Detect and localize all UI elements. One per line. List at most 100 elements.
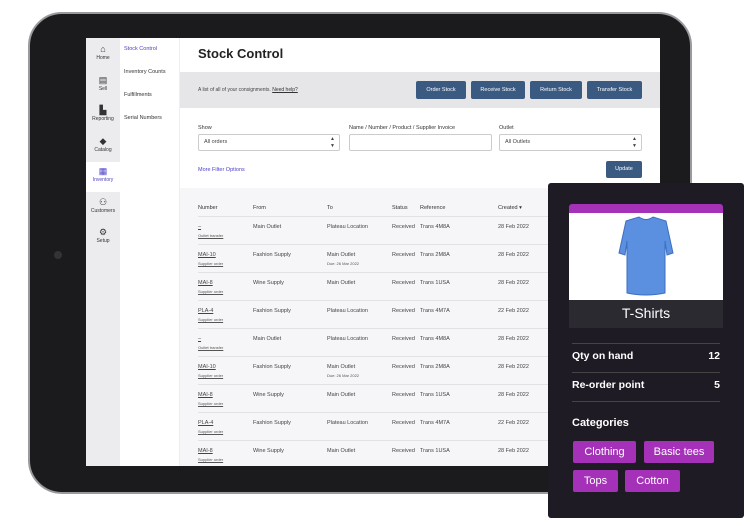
reference-cell: Trans 2M8A [420,252,450,258]
number-link[interactable]: MAI-8 [198,392,213,398]
col-from[interactable]: From [253,205,266,211]
category-tag[interactable]: Basic tees [644,441,714,463]
sidebar-item-catalog[interactable]: ◆ Catalog [86,132,120,162]
update-button[interactable]: Update [606,161,642,178]
sidebar-item-sell[interactable]: ▤ Sell [86,71,120,101]
col-status[interactable]: Status [392,205,408,211]
sidebar-item-label: Reporting [92,116,114,122]
reference-cell: Trans 4M8A [420,224,450,230]
status-cell: Received [392,448,415,454]
to-text: Main Outlet [327,280,356,286]
receive-stock-button[interactable]: Receive Stock [471,81,525,99]
to-cell: Main Outlet [327,392,355,398]
gear-icon: ⚙ [98,227,108,237]
more-filter-options-link[interactable]: More Filter Options [198,167,245,173]
created-cell: 22 Feb 2022 [498,420,529,426]
sidebar-item-reporting[interactable]: ▙ Reporting [86,101,120,131]
reorder-point: Re-order point 5 [572,372,720,391]
submenu-item[interactable]: Fulfillments [124,92,152,98]
chart-icon: ▙ [99,105,107,115]
created-cell: 28 Feb 2022 [498,448,529,454]
to-cell: Main Outlet Due: 26 Mar 2022 [327,364,359,378]
reorder-label: Re-order point [572,379,645,391]
reference-cell: Trans 1USA [420,448,450,454]
order-type: Supplier order [198,401,224,406]
reorder-value: 5 [714,379,720,391]
number-link[interactable]: PLA-4 [198,420,213,426]
category-tag[interactable]: Tops [573,470,618,492]
from-cell: Wine Supply [253,280,284,286]
category-tag[interactable]: Clothing [573,441,636,463]
submenu-item[interactable]: Serial Numbers [124,115,162,121]
number-link[interactable]: MAI-8 [198,280,213,286]
order-type: Supplier order [198,289,224,294]
status-cell: Received [392,420,415,426]
from-cell: Main Outlet [253,224,282,230]
qty-on-hand: Qty on hand 12 [572,343,720,362]
divider [572,401,720,402]
created-cell: 28 Feb 2022 [498,336,529,342]
number-cell[interactable]: – Outlet transfer [198,224,223,238]
show-label: Show [198,125,212,131]
sidebar-item-customers[interactable]: ⚇ Customers [86,193,120,223]
number-link[interactable]: PLA-4 [198,308,213,314]
order-type: Supplier order [198,317,224,322]
order-type: Supplier order [198,373,224,378]
transfer-stock-button[interactable]: Transfer Stock [587,81,642,99]
number-link[interactable]: MAI-10 [198,252,216,258]
number-cell[interactable]: PLA-4 Supplier order [198,308,223,322]
sidebar-item-setup[interactable]: ⚙ Setup [86,223,120,253]
col-created[interactable]: Created ▾ [498,205,522,211]
created-cell: 28 Feb 2022 [498,364,529,370]
to-cell: Main Outlet [327,280,355,286]
qty-label: Qty on hand [572,350,634,362]
col-reference[interactable]: Reference [420,205,445,211]
number-link[interactable]: – [198,224,201,230]
categories-label: Categories [572,417,629,429]
search-input[interactable] [349,134,492,151]
sidebar-item-label: Sell [98,85,108,92]
sidebar-item-home[interactable]: ⌂ Home [86,40,120,70]
due-date: Due: 26 Mar 2022 [327,373,360,378]
outlet-select[interactable]: All Outlets ▲ ▼ [499,134,642,151]
sidebar-item-label: Inventory [92,177,114,183]
number-link[interactable]: MAI-10 [198,364,216,370]
qty-value: 12 [708,350,720,362]
category-tag[interactable]: Cotton [625,470,680,492]
sidebar-item-label: Catalog [94,146,112,153]
submenu-item[interactable]: Inventory Counts [124,69,166,75]
sidebar-item-inventory[interactable]: ▦ Inventory [86,162,120,192]
col-to[interactable]: To [327,205,333,211]
description-text: A list of all of your consignments. [198,87,271,93]
outlet-label: Outlet [499,125,514,131]
to-text: Plateau Location [327,308,368,314]
help-link[interactable]: Need help? [272,87,298,93]
created-cell: 28 Feb 2022 [498,252,529,258]
from-cell: Wine Supply [253,392,284,398]
return-stock-button[interactable]: Return Stock [530,81,582,99]
show-select[interactable]: All orders ▲ ▼ [198,134,340,151]
number-cell[interactable]: PLA-4 Supplier order [198,420,223,434]
search-label: Name / Number / Product / Supplier Invoi… [349,125,456,131]
order-type: Supplier order [198,429,224,434]
order-stock-button[interactable]: Order Stock [416,81,466,99]
number-cell[interactable]: MAI-8 Supplier order [198,280,223,294]
number-link[interactable]: – [198,336,201,342]
number-cell[interactable]: MAI-8 Supplier order [198,392,223,406]
number-cell[interactable]: MAI-10 Supplier order [198,364,223,378]
reference-cell: Trans 1USA [420,392,450,398]
updown-icon: ▲ ▼ [330,136,335,149]
number-cell[interactable]: MAI-10 Supplier order [198,252,223,266]
to-cell: Plateau Location [327,336,368,342]
reference-cell: Trans 1USA [420,280,450,286]
submenu-item[interactable]: Stock Control [124,46,157,52]
updown-icon: ▲ ▼ [632,136,637,149]
number-cell[interactable]: – Outlet transfer [198,336,223,350]
to-text: Main Outlet [327,252,356,258]
number-cell[interactable]: MAI-8 Supplier order [198,448,223,462]
created-cell: 28 Feb 2022 [498,280,529,286]
number-link[interactable]: MAI-8 [198,448,213,454]
to-text: Plateau Location [327,224,368,230]
show-value: All orders [204,139,228,145]
col-number[interactable]: Number [198,205,218,211]
